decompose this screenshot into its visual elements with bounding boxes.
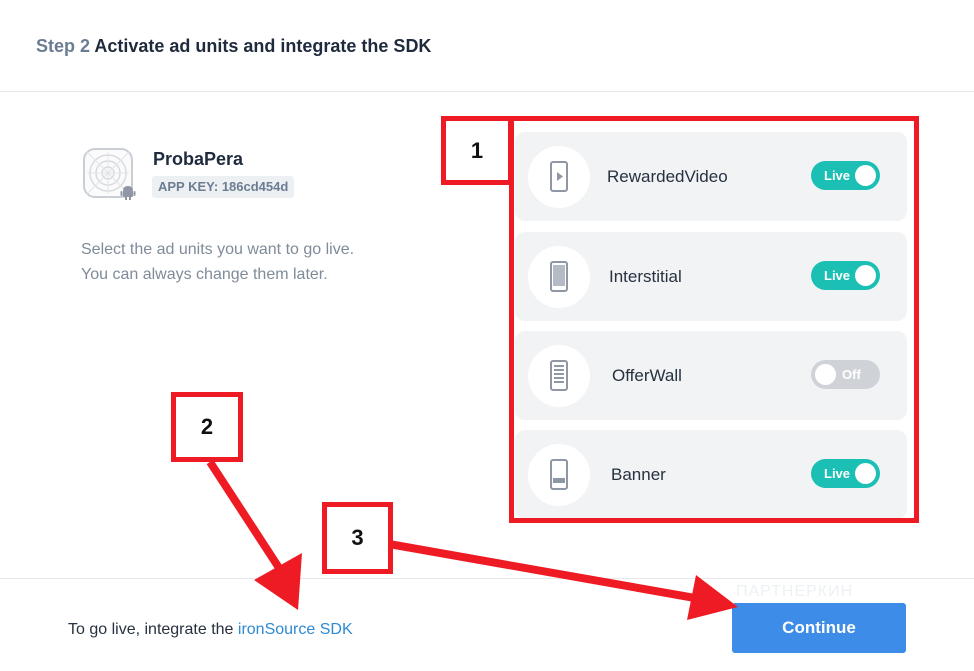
arrow-3-line [388,540,696,602]
annotation-badge-1: 1 [441,116,513,185]
annotation-frame-ad-units [509,116,919,523]
arrow-2-line [206,459,287,577]
annotation-badge-2: 2 [171,392,243,462]
arrow-3-head [687,575,738,620]
annotation-badge-3: 3 [322,502,393,574]
page: Step 2 Activate ad units and integrate t… [0,0,974,671]
